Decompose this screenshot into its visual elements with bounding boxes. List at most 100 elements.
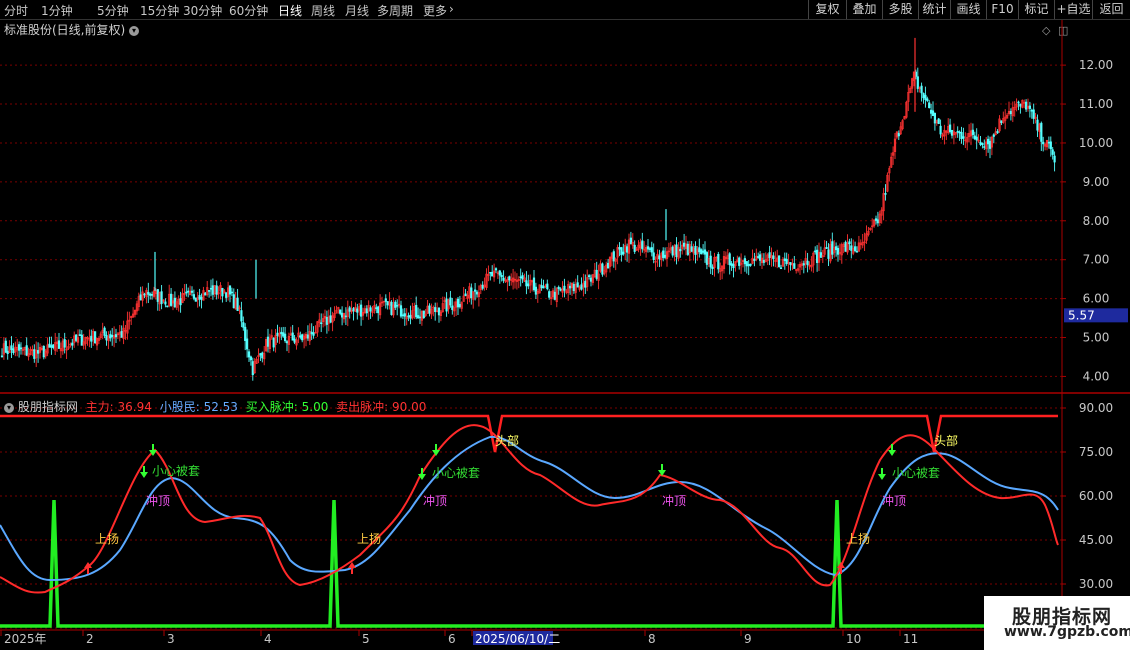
candle-body: [709, 255, 712, 268]
shangyang-label: 上扬: [357, 531, 381, 546]
down-arrow-icon: [658, 464, 666, 476]
candle-body: [960, 132, 963, 140]
date-label: 9: [744, 632, 752, 646]
candle-body: [671, 246, 674, 256]
candle-body: [580, 284, 583, 290]
candle-body: [850, 245, 853, 251]
price-tick-label: 6.00: [1083, 292, 1110, 306]
window-icon: ◫: [1058, 24, 1068, 37]
candle-body: [508, 276, 511, 281]
candlesticks: [0, 37, 1056, 381]
candle-body: [151, 293, 154, 296]
candle-body: [19, 347, 23, 350]
candle-body: [874, 218, 878, 221]
candle-body: [403, 313, 406, 317]
legend-sell-pulse: 卖出脉冲: 90.00: [336, 400, 427, 414]
candle-body: [749, 263, 752, 266]
candle-body: [827, 249, 830, 259]
candle-body: [557, 286, 560, 289]
chevron-down-icon[interactable]: ▾: [4, 402, 14, 413]
candle-body: [738, 257, 741, 266]
candle-body: [618, 247, 621, 250]
candle-body: [728, 253, 731, 266]
candle-body: [221, 287, 224, 297]
candle-body: [329, 315, 332, 323]
candle-body: [825, 247, 828, 249]
candle-body: [979, 141, 982, 145]
shangyang-label: 上扬: [95, 531, 119, 546]
candle-body: [160, 291, 163, 304]
xiaoxin-label: 小心被套: [432, 466, 480, 480]
candle-body: [1030, 109, 1033, 112]
candle-body: [464, 293, 467, 296]
candle-body: [164, 301, 167, 305]
candle-body: [950, 129, 954, 136]
candle-body: [747, 264, 750, 267]
candle-body: [228, 285, 232, 295]
candle-body: [519, 276, 522, 279]
candle-body: [359, 304, 363, 317]
candle-body: [204, 292, 207, 296]
candle-body: [458, 304, 462, 308]
candle-body: [0, 355, 4, 358]
indicator-marks: 上扬 上扬 上扬 小心被套 小心被套 小心被套冲顶 冲顶 冲顶 冲顶 头部 头部: [84, 433, 958, 574]
date-label: 4: [264, 632, 272, 646]
buy-pulse-line: [0, 499, 984, 628]
indicator-name[interactable]: 股朋指标网: [18, 400, 78, 414]
candle-body: [50, 345, 53, 348]
candle-body: [415, 304, 418, 318]
candle-body: [17, 344, 21, 351]
candle-body: [10, 345, 13, 351]
candle-body: [225, 292, 228, 298]
candle-body: [266, 336, 270, 347]
candle-body: [958, 131, 961, 134]
date-label: 2: [86, 632, 94, 646]
candle-body: [42, 345, 45, 358]
candle-body: [730, 263, 733, 266]
diamond-icon: ◇: [1042, 24, 1051, 37]
candle-body: [956, 130, 959, 133]
candle-body: [156, 289, 159, 302]
candle-body: [546, 283, 549, 290]
candle-body: [534, 286, 537, 295]
candle-body: [208, 290, 211, 292]
date-label: 8: [648, 632, 656, 646]
chevron-down-icon[interactable]: ▾: [129, 25, 140, 36]
candle-body: [409, 314, 412, 319]
chongding-label: 冲顶: [146, 493, 170, 508]
candle-body: [451, 305, 454, 310]
candle-body: [814, 250, 817, 253]
chongding-label: 冲顶: [423, 493, 447, 508]
candle-body: [386, 301, 389, 306]
candle-body: [285, 341, 289, 344]
candle-body: [75, 334, 78, 341]
candle-body: [962, 136, 965, 139]
candle-body: [120, 331, 123, 338]
candle-body: [114, 334, 118, 338]
candle-body: [572, 283, 575, 292]
candle-body: [939, 125, 942, 135]
candle-body: [705, 252, 708, 265]
candle-body: [996, 131, 999, 134]
candle-body: [394, 301, 397, 308]
stock-title[interactable]: 标准股份(日线,前复权) ▾: [4, 21, 140, 38]
candle-body: [320, 322, 323, 325]
candle-body: [1017, 101, 1020, 104]
candle-body: [143, 293, 146, 296]
candle-body: [498, 270, 501, 276]
candle-body: [785, 258, 788, 265]
candle-body: [449, 297, 452, 306]
chongding-label: 冲顶: [662, 493, 686, 508]
candle-body: [293, 338, 296, 343]
candle-body: [147, 291, 150, 295]
candle-body: [377, 306, 380, 314]
candle-body: [622, 251, 625, 255]
candle-body: [209, 287, 213, 290]
candle-body: [33, 349, 36, 359]
indicator-tick-label: 75.00: [1079, 445, 1113, 459]
candle-body: [283, 333, 287, 342]
candle-body: [1051, 149, 1054, 155]
candle-body: [103, 327, 106, 336]
candle-body: [926, 98, 929, 101]
candle-body: [416, 315, 420, 319]
